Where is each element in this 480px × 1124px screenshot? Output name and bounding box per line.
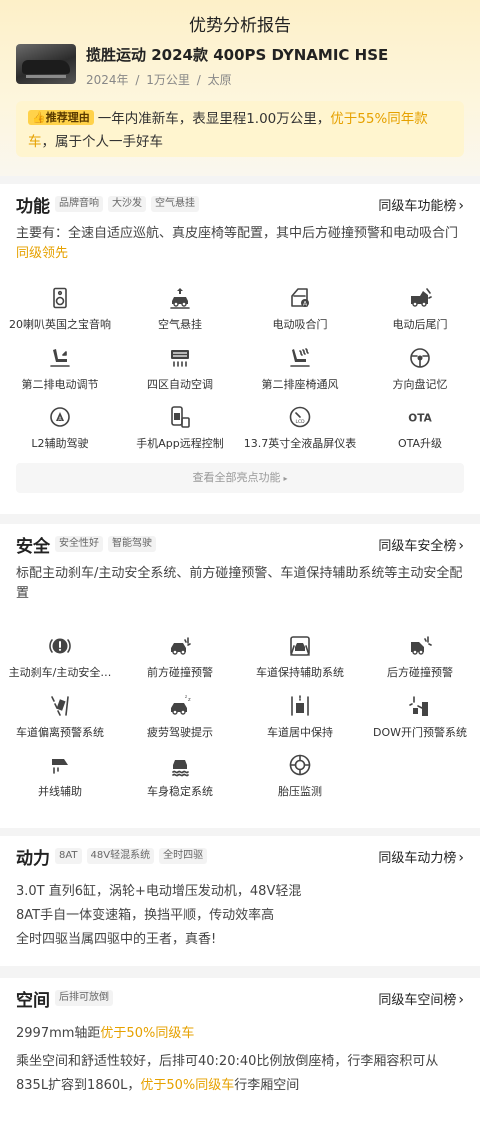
power-title: 动力	[16, 848, 50, 869]
feature-item[interactable]: A L2辅助驾驶	[0, 397, 120, 457]
air-suspension-icon	[170, 288, 190, 309]
svg-text:LCD: LCD	[295, 419, 305, 425]
page-title: 优势分析报告	[189, 16, 291, 36]
lcd-dashboard-icon: LCD	[289, 406, 311, 428]
car-year: 2024年	[86, 73, 129, 87]
feature-item[interactable]: LCD 13.7英寸全液晶屏仪表	[240, 397, 360, 457]
power-chip: 8AT	[55, 848, 82, 864]
feature-item[interactable]: 20喇叭英国之宝音响	[0, 278, 120, 338]
stability-icon	[172, 760, 189, 777]
fatigue-icon: zz	[171, 694, 191, 715]
function-chip: 大沙发	[108, 196, 146, 212]
power-section: 动力 8AT 48V轻混系统 全时四驱 同级车动力榜 › 3.0T 直列6缸，涡轮…	[0, 836, 480, 966]
recommend-tag: 👍推荐理由	[28, 110, 94, 125]
function-desc: 主要有：全速自适应巡航、真皮座椅等配置，其中后方碰撞预警和电动吸合门同级领先	[16, 226, 459, 261]
feature-item[interactable]: OTA OTA升级	[360, 397, 480, 457]
function-grid: 20喇叭英国之宝音响 空气悬挂 A 电动吸合门 电动后尾门 第二排电动调节 四区…	[0, 278, 480, 457]
steering-wheel-icon	[410, 347, 430, 368]
feature-item[interactable]: 前方碰撞预警	[120, 626, 240, 686]
driving-assist-icon: A	[50, 407, 70, 427]
seat-ventilation-icon	[290, 347, 310, 367]
safety-grid: 主动刹车/主动安全… 前方碰撞预警 车道保持辅助系统 后方碰撞预警 车道偏离预警…	[0, 626, 480, 805]
power-line: 8AT手自一体变速箱，换挡平顺，传动效率高	[16, 908, 275, 923]
car-mileage: 1万公里	[146, 73, 190, 87]
svg-text:A: A	[58, 417, 62, 423]
feature-item[interactable]: 第二排座椅通风	[240, 338, 360, 398]
recommend-reason: 👍推荐理由 一年内准新车，表显里程1.00万公里，优于55%同年款车，属于个人一手…	[16, 101, 464, 157]
power-tailgate-icon	[411, 288, 432, 307]
feature-item[interactable]: 车道偏离预警系统	[0, 686, 120, 746]
blind-spot-icon	[52, 759, 68, 774]
function-section: 功能 品牌音响 大沙发 空气悬挂 同级车功能榜 › 主要有：全速自适应巡航、真皮座…	[0, 184, 480, 514]
space-rank-link[interactable]: 同级车空间榜 ›	[378, 989, 464, 1008]
feature-item[interactable]: 车道保持辅助系统	[240, 626, 360, 686]
car-thumbnail	[16, 44, 76, 84]
climate-control-icon	[171, 349, 189, 367]
feature-item[interactable]: DOW开门预警系统	[360, 686, 480, 746]
speaker-icon	[53, 287, 67, 309]
feature-item[interactable]: 并线辅助	[0, 745, 120, 805]
feature-item[interactable]: A 电动吸合门	[240, 278, 360, 338]
car-name: 揽胜运动 2024款 400PS DYNAMIC HSE	[86, 46, 389, 64]
safety-rank-link[interactable]: 同级车安全榜 ›	[378, 535, 464, 554]
feature-item[interactable]: 方向盘记忆	[360, 338, 480, 398]
function-chip: 空气悬挂	[151, 196, 199, 212]
car-meta-sep: /	[196, 73, 201, 87]
power-door-icon: A	[291, 288, 309, 308]
power-line: 全时四驱当属四驱中的王者，真香!	[16, 932, 217, 947]
power-chip: 48V轻混系统	[86, 848, 155, 864]
power-rank-link[interactable]: 同级车动力榜 ›	[378, 847, 464, 866]
seat-adjust-icon	[50, 348, 70, 367]
function-chip: 品牌音响	[55, 196, 103, 212]
safety-chip: 安全性好	[55, 536, 103, 552]
hero-header: 优势分析报告 揽胜运动 2024款 400PS DYNAMIC HSE 2024…	[0, 0, 480, 176]
car-summary[interactable]: 揽胜运动 2024款 400PS DYNAMIC HSE 2024年 / 1万公…	[16, 43, 464, 88]
safety-title: 安全	[16, 536, 50, 557]
svg-text:z: z	[185, 694, 187, 699]
space-title: 空间	[16, 990, 50, 1011]
lane-departure-icon	[51, 695, 69, 716]
phone-remote-icon	[171, 406, 190, 428]
feature-item[interactable]: 电动后尾门	[360, 278, 480, 338]
feature-item[interactable]: 后方碰撞预警	[360, 626, 480, 686]
function-rank-link[interactable]: 同级车功能榜 ›	[378, 195, 464, 214]
brake-warning-icon	[49, 638, 71, 654]
feature-item[interactable]: zz 疲劳驾驶提示	[120, 686, 240, 746]
tire-pressure-icon	[289, 754, 311, 776]
feature-item[interactable]: 四区自动空调	[120, 338, 240, 398]
feature-item[interactable]: 手机App远程控制	[120, 397, 240, 457]
car-city: 太原	[207, 73, 232, 87]
space-line: 乘坐空间和舒适性较好，后排可40:20:40比例放倒座椅，行李厢容积可从835L…	[16, 1054, 439, 1093]
power-line: 3.0T 直列6缸，涡轮+电动增压发动机，48V轻混	[16, 884, 302, 899]
safety-desc: 标配主动刹车/主动安全系统、前方碰撞预警、车道保持辅助系统等主动安全配置	[16, 566, 463, 601]
power-chip: 全时四驱	[159, 848, 208, 864]
svg-text:z: z	[188, 697, 191, 703]
space-chip: 后排可放倒	[55, 990, 113, 1006]
function-title: 功能	[16, 196, 50, 217]
space-line: 2997mm轴距优于50%同级车	[16, 1026, 195, 1041]
rear-collision-icon	[411, 636, 432, 655]
lane-keep-icon	[290, 636, 310, 656]
feature-item[interactable]: 第二排电动调节	[0, 338, 120, 398]
feature-item[interactable]: 车身稳定系统	[120, 745, 240, 805]
view-all-features-button[interactable]: 查看全部亮点功能 ▸	[16, 462, 464, 493]
safety-chip: 智能驾驶	[108, 536, 156, 552]
feature-item[interactable]: 车道居中保持	[240, 686, 360, 746]
ota-icon: OTA	[408, 413, 432, 425]
svg-text:OTA: OTA	[408, 413, 432, 425]
door-open-warning-icon	[409, 695, 428, 716]
front-collision-icon	[171, 637, 191, 655]
feature-item[interactable]: 空气悬挂	[120, 278, 240, 338]
car-meta: 2024年 / 1万公里 / 太原	[86, 71, 388, 88]
lane-center-icon	[291, 694, 309, 716]
car-meta-sep: /	[135, 73, 140, 87]
safety-section: 安全 安全性好 智能驾驶 同级车安全榜 › 标配主动刹车/主动安全系统、前方碰撞预…	[0, 524, 480, 828]
feature-item[interactable]: 主动刹车/主动安全…	[0, 626, 120, 686]
space-section: 空间 后排可放倒 同级车空间榜 › 2997mm轴距优于50%同级车 乘坐空间和舒…	[0, 978, 480, 1124]
feature-item[interactable]: 胎压监测	[240, 745, 360, 805]
